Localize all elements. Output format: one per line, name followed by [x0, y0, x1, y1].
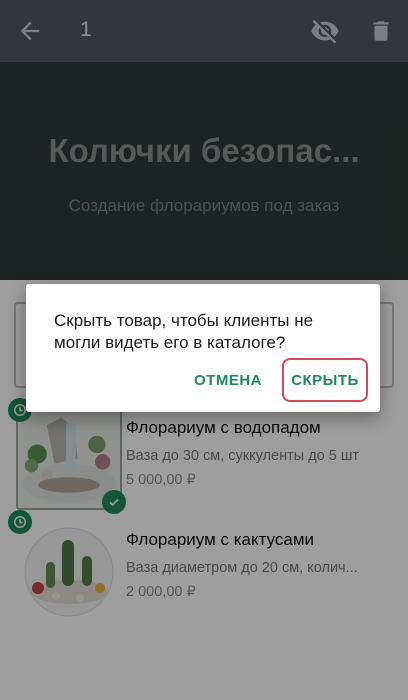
dialog-message: Скрыть товар, чтобы клиенты не могли вид…	[54, 311, 314, 352]
hide-product-dialog: Скрыть товар, чтобы клиенты не могли вид…	[26, 284, 380, 412]
hide-button[interactable]: СКРЫТЬ	[282, 358, 368, 402]
cancel-button[interactable]: ОТМЕНА	[188, 358, 268, 402]
screen: 1 Колючки безопас... Создание флорариумо…	[0, 0, 408, 700]
